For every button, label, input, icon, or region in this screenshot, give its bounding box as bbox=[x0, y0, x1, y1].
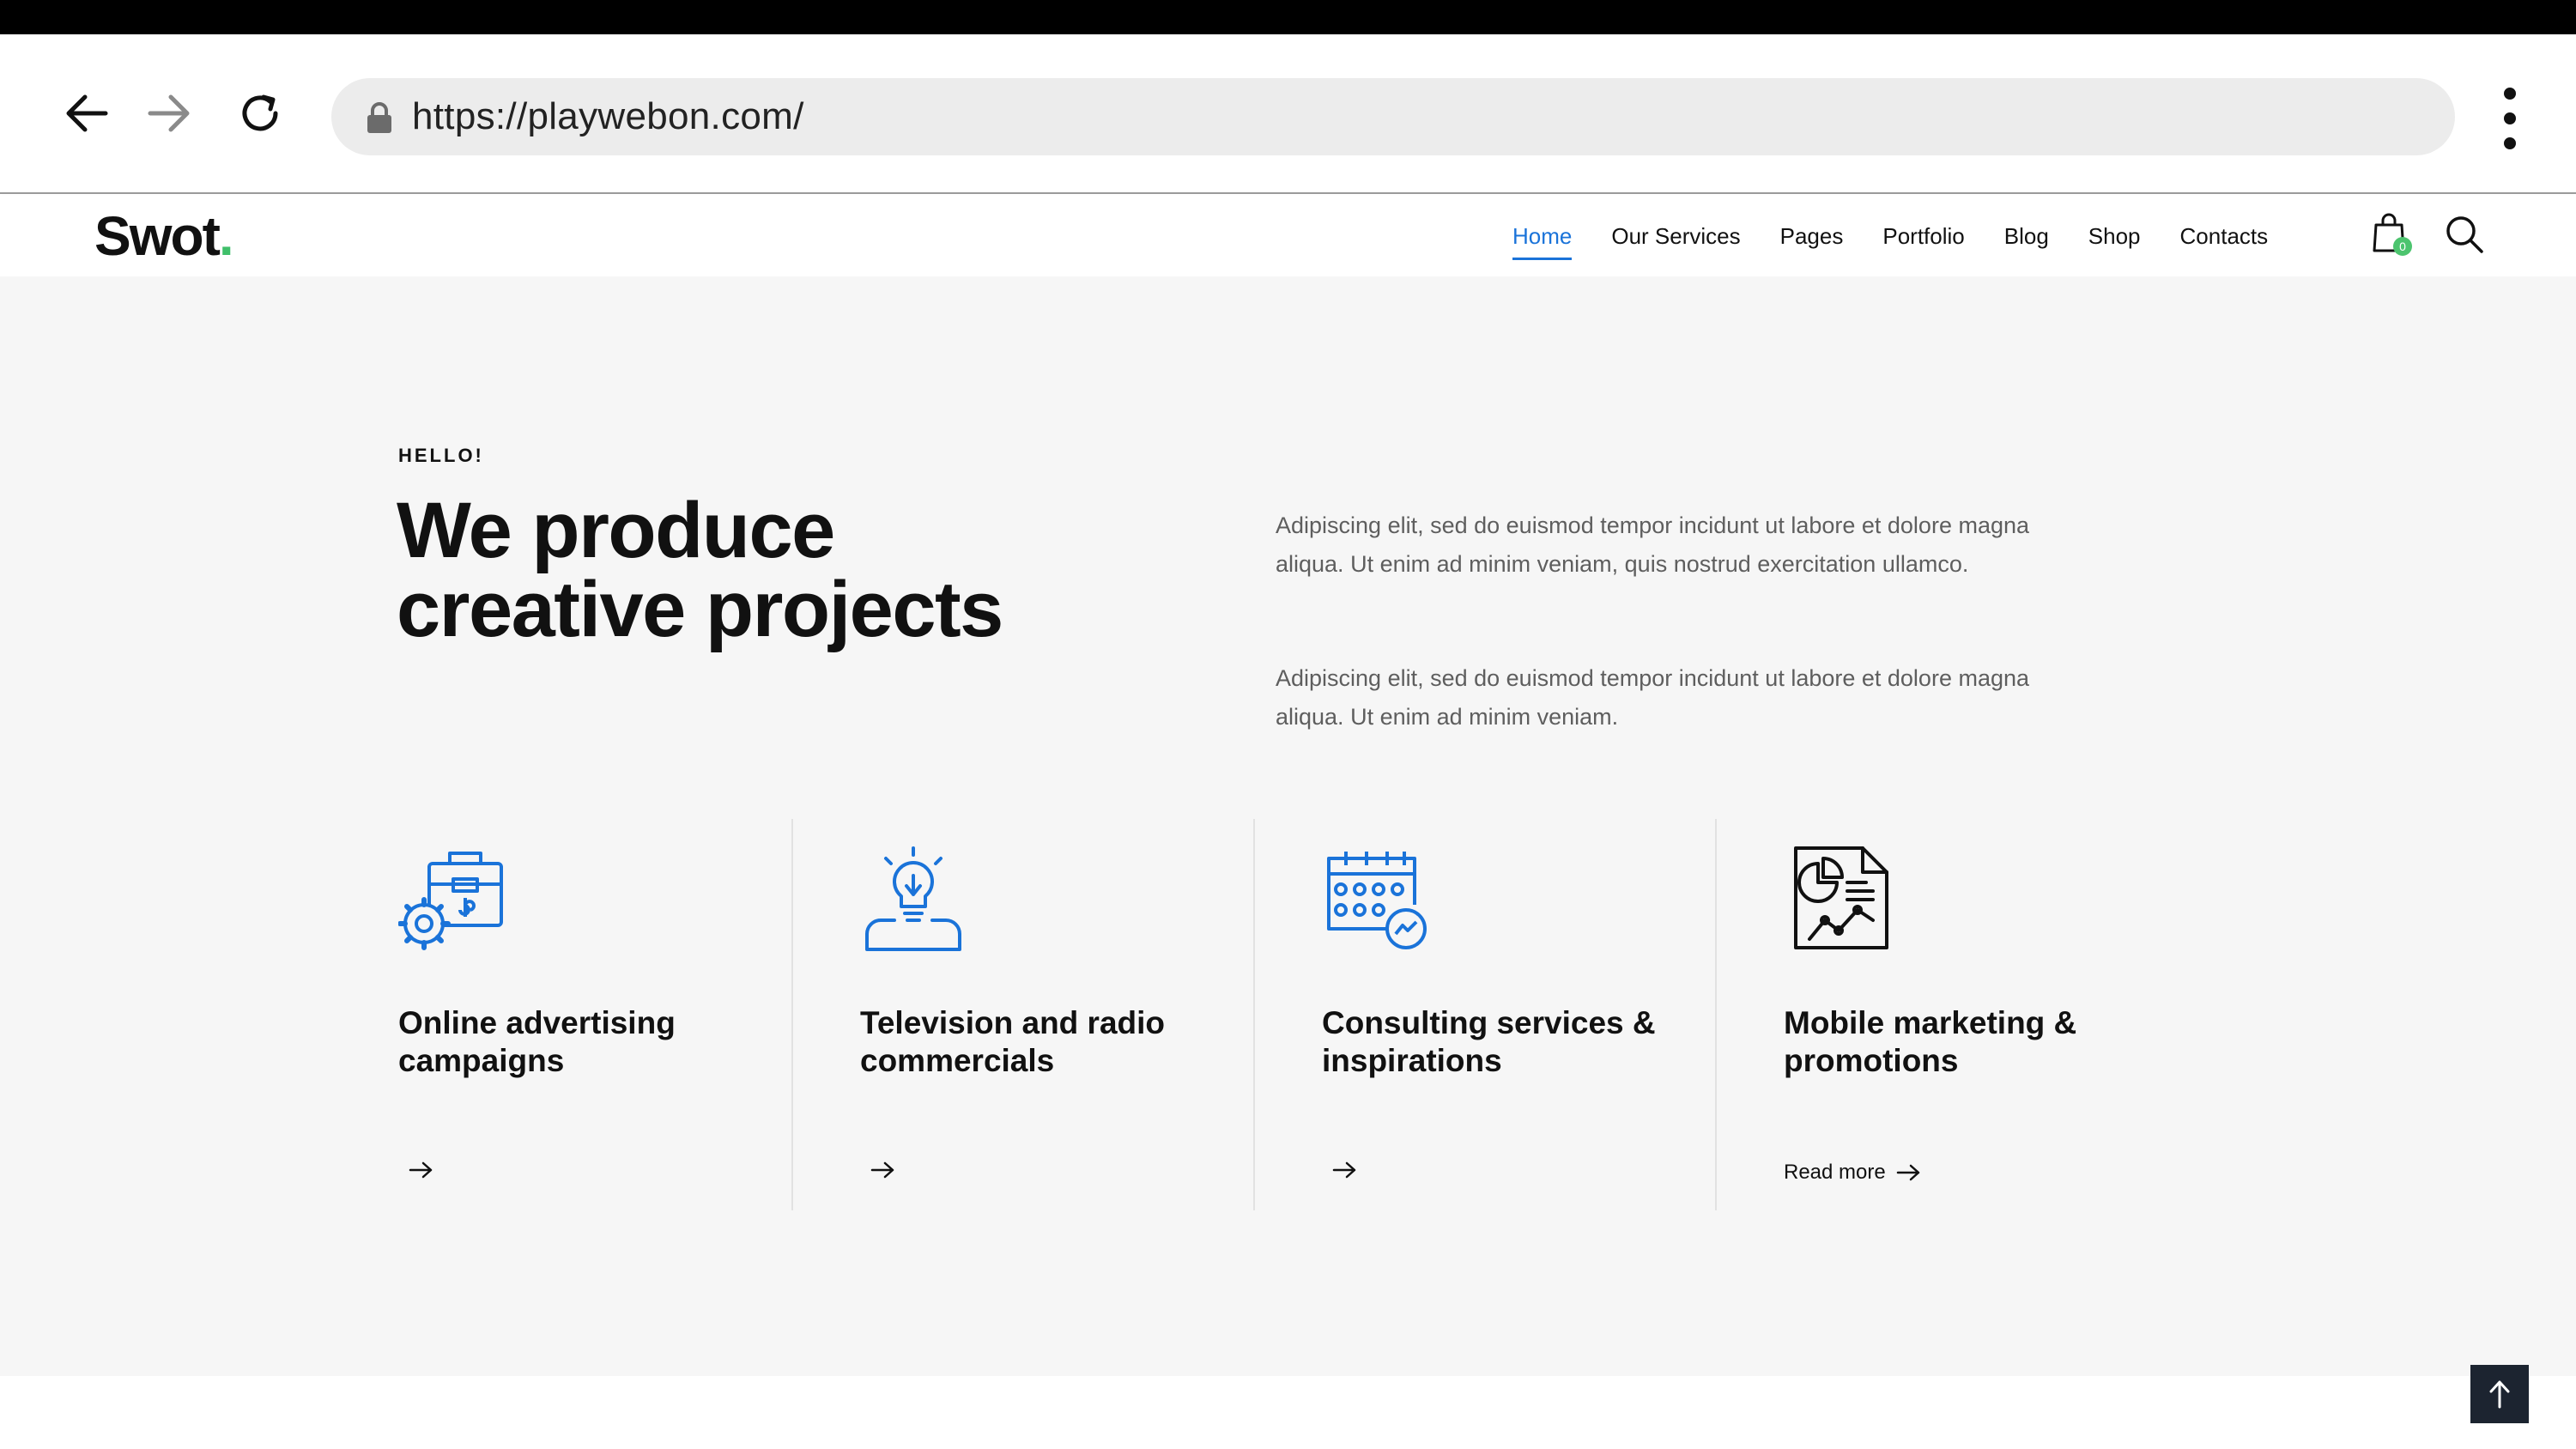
address-bar[interactable]: https://playwebon.com/ bbox=[331, 78, 2455, 155]
main-nav: Home Our Services Pages Portfolio Blog S… bbox=[1512, 196, 2307, 276]
report-chart-icon bbox=[1784, 845, 1890, 951]
cart-button[interactable]: 0 bbox=[2371, 211, 2412, 256]
hero-paragraph-2: Adipiscing elit, sed do euismod tempor i… bbox=[1276, 665, 2030, 730]
kebab-menu-icon bbox=[2504, 88, 2516, 100]
service-title: Television and radio commercials bbox=[860, 1005, 1166, 1078]
forward-arrow-icon bbox=[148, 94, 190, 132]
briefcase-gear-icon bbox=[397, 845, 505, 951]
kebab-dot bbox=[2504, 112, 2516, 124]
arrow-right-icon bbox=[409, 1161, 433, 1179]
read-more-link[interactable]: Read more bbox=[1784, 1161, 1922, 1185]
arrow-up-icon bbox=[2489, 1380, 2510, 1409]
calendar-chart-icon bbox=[1322, 845, 1428, 951]
arrow-right-icon bbox=[870, 1161, 894, 1179]
browser-toolbar: https://playwebon.com/ bbox=[0, 34, 2576, 194]
status-strip bbox=[0, 0, 2576, 34]
arrow-right-icon bbox=[1332, 1161, 1356, 1179]
nav-blog[interactable]: Blog bbox=[2004, 223, 2049, 250]
reload-icon bbox=[242, 94, 278, 131]
site-header: Swot. Home Our Services Pages Portfolio … bbox=[0, 196, 2576, 276]
hero-eyebrow: HELLO! bbox=[398, 445, 484, 466]
service-link[interactable] bbox=[860, 1161, 896, 1179]
lightbulb-person-icon bbox=[860, 845, 967, 951]
back-button[interactable] bbox=[57, 83, 117, 143]
reload-button[interactable] bbox=[230, 83, 290, 143]
page-footer-band bbox=[0, 1376, 2576, 1449]
service-title: Consulting services & inspirations bbox=[1322, 1005, 1656, 1078]
hero-paragraph-1: Adipiscing elit, sed do euismod tempor i… bbox=[1276, 512, 2030, 577]
kebab-dot bbox=[2504, 137, 2516, 149]
forward-button[interactable] bbox=[139, 83, 199, 143]
service-title: Mobile marketing & promotions bbox=[1784, 1005, 2077, 1078]
service-link-label: Read more bbox=[1784, 1161, 1886, 1184]
cart-count-badge: 0 bbox=[2393, 237, 2412, 256]
nav-home[interactable]: Home bbox=[1512, 223, 1573, 260]
arrow-right-icon bbox=[1896, 1164, 1919, 1181]
browser-menu-button[interactable] bbox=[2489, 88, 2531, 149]
nav-our-services[interactable]: Our Services bbox=[1611, 223, 1740, 250]
search-icon[interactable] bbox=[2445, 215, 2484, 254]
scroll-to-top-button[interactable] bbox=[2470, 1365, 2529, 1423]
service-title: Online advertising campaigns bbox=[398, 1005, 676, 1078]
service-link[interactable] bbox=[398, 1161, 434, 1179]
service-link[interactable] bbox=[1322, 1161, 1358, 1179]
hero-headline: We produce creative projects bbox=[397, 491, 1169, 649]
services-grid: Online advertising campaigns Television … bbox=[397, 819, 2252, 1210]
back-arrow-icon bbox=[66, 94, 108, 132]
site-logo[interactable]: Swot. bbox=[94, 196, 234, 276]
url-text: https://playwebon.com/ bbox=[412, 95, 804, 137]
nav-shop[interactable]: Shop bbox=[2088, 223, 2141, 250]
headline-line-2: creative projects bbox=[397, 566, 1003, 653]
logo-text: Swot bbox=[94, 205, 221, 267]
nav-contacts[interactable]: Contacts bbox=[2180, 223, 2269, 250]
headline-line-1: We produce bbox=[397, 487, 835, 574]
lock-icon bbox=[367, 102, 391, 133]
nav-pages[interactable]: Pages bbox=[1780, 223, 1844, 250]
hero-section: HELLO! We produce creative projects Adip… bbox=[0, 276, 2576, 1376]
logo-dot: . bbox=[218, 205, 234, 267]
nav-portfolio[interactable]: Portfolio bbox=[1882, 223, 1964, 250]
